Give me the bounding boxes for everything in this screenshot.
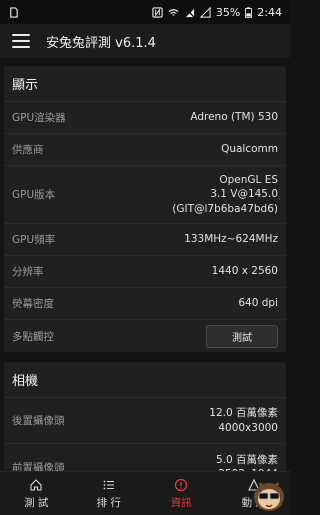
info-row-gpu-version: GPU版本 OpenGL ES 3.1 V@145.0 (GIT@l7b6ba4… [4,166,286,224]
app-title: 安兔兔評測 v6.1.4 [46,35,156,51]
display-card: 顯示 GPU渲染器 Adreno (TM) 530 供應商 Qualcomm G… [4,66,286,352]
row-value-line: 4000x3000 [218,421,278,434]
battery-percent: 35% [215,5,241,19]
nav-label: 排 行 [96,496,121,509]
row-label: 前置攝像頭 [12,461,65,472]
hamburger-menu-icon[interactable] [12,34,30,48]
nav-tab-ranking[interactable]: 排 行 [73,472,146,515]
nav-tab-info[interactable]: 資訊 [145,472,218,515]
row-value: 133MHz~624MHz [184,233,278,246]
camera-card: 相機 後置攝像頭 12.0 百萬像素 4000x3000 前置攝像頭 5.0 百… [4,362,286,471]
wifi-icon [168,8,179,16]
app-bar: 安兔兔評測 v6.1.4 [0,24,290,58]
row-label: 熒幕密度 [12,298,54,310]
row-label: 分辨率 [12,266,44,278]
row-value: Qualcomm [221,143,278,156]
row-value: 12.0 百萬像素 4000x3000 [209,406,278,434]
no-signal-icon [199,6,211,18]
mascot-watermark-icon [254,482,284,511]
status-left [8,6,19,18]
row-label: GPU頻率 [12,234,56,246]
info-row-gpu-frequency: GPU頻率 133MHz~624MHz [4,224,286,256]
row-value-line: OpenGL ES [219,174,278,187]
info-row-rear-camera: 後置攝像頭 12.0 百萬像素 4000x3000 [4,398,286,444]
row-value: 5.0 百萬像素 2592x1944 [216,453,278,471]
row-value-line: 5.0 百萬像素 [215,453,278,466]
nav-label: 資訊 [170,496,192,509]
list-icon [103,480,114,489]
row-value: Adreno (TM) 530 [190,111,278,124]
row-value: 640 dpi [238,297,278,310]
display-card-title: 顯示 [4,66,286,102]
row-value-line: (GIT@l7b6ba47bd6) [172,202,278,215]
row-label: GPU渲染器 [12,112,66,124]
row-label: 後置攝像頭 [12,415,65,427]
nav-label: 測 試 [24,496,49,509]
status-right: 35% 2:44 [152,6,282,19]
status-bar: 35% 2:44 [0,0,290,24]
sd-card-icon [10,6,18,18]
content-scroll[interactable]: 顯示 GPU渲染器 Adreno (TM) 530 供應商 Qualcomm G… [0,58,290,471]
camera-card-title: 相機 [4,362,286,398]
row-label: 多點觸控 [12,330,54,343]
multitouch-test-button[interactable]: 測試 [206,324,278,348]
nfc-icon [152,6,163,18]
bottom-nav: 測 試 排 行 資訊 動 態 [0,471,290,515]
home-icon [30,478,42,491]
battery-icon [245,6,253,18]
row-value-line: 12.0 百萬像素 [209,407,278,420]
info-row-resolution: 分辨率 1440 x 2560 [4,256,286,288]
row-label: 供應商 [12,144,44,156]
info-row-gpu-renderer: GPU渲染器 Adreno (TM) 530 [4,102,286,134]
row-value-line: 3.1 V@145.0 [210,188,278,201]
clock: 2:44 [257,5,282,19]
info-row-vendor: 供應商 Qualcomm [4,134,286,166]
row-value: 1440 x 2560 [211,265,278,278]
info-row-screen-density: 熒幕密度 640 dpi [4,288,286,320]
row-value: OpenGL ES 3.1 V@145.0 (GIT@l7b6ba47bd6) [172,173,278,216]
info-row-front-camera: 前置攝像頭 5.0 百萬像素 2592x1944 [4,444,286,471]
row-label: GPU版本 [12,189,56,201]
info-row-multitouch: 多點觸控 測試 [4,320,286,352]
no-sim-icon [184,6,195,18]
info-icon [175,478,188,491]
nav-tab-test[interactable]: 測 試 [0,472,73,515]
